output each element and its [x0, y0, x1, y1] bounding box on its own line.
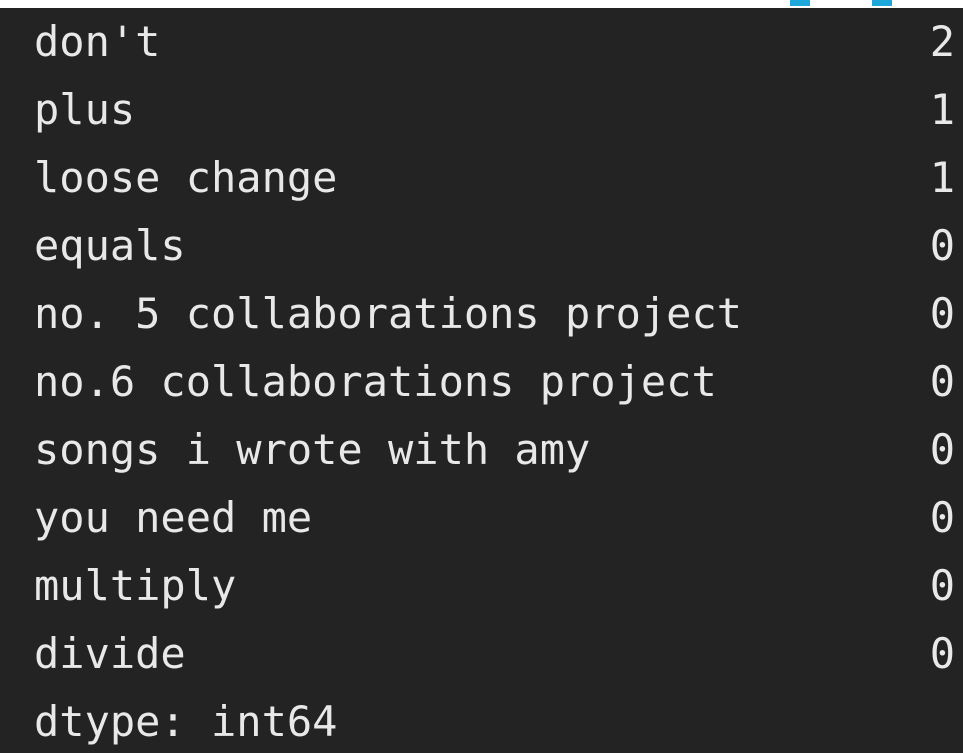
series-index-label: you need me — [34, 493, 313, 542]
series-value: 0 — [929, 629, 955, 678]
series-row: multiply 0 — [0, 552, 963, 620]
series-row: equals 0 — [0, 212, 963, 280]
series-value: 0 — [929, 561, 955, 610]
series-value: 0 — [929, 493, 955, 542]
series-index-label: multiply — [34, 561, 237, 610]
series-index-label: equals — [34, 221, 186, 270]
series-value: 0 — [929, 289, 955, 338]
series-row: songs i wrote with amy 0 — [0, 416, 963, 484]
series-row: plus 1 — [0, 76, 963, 144]
series-row: you need me 0 — [0, 484, 963, 552]
output-panel: don't 2 plus 1 loose change 1 equals 0 n… — [0, 8, 963, 753]
series-index-label: don't — [34, 17, 161, 66]
series-value: 0 — [929, 221, 955, 270]
series-row: don't 2 — [0, 8, 963, 76]
series-index-label: no. 5 collaborations project — [34, 289, 743, 338]
series-value: 1 — [929, 85, 955, 134]
series-value: 0 — [929, 357, 955, 406]
series-value: 2 — [929, 17, 955, 66]
series-row: no. 5 collaborations project 0 — [0, 280, 963, 348]
series-row: no.6 collaborations project 0 — [0, 348, 963, 416]
series-index-label: songs i wrote with amy — [34, 425, 591, 474]
series-index-label: divide — [34, 629, 186, 678]
series-index-label: no.6 collaborations project — [34, 357, 717, 406]
series-index-label: plus — [34, 85, 136, 134]
accent-mark — [790, 0, 810, 6]
top-accent-marks — [0, 0, 963, 8]
accent-mark — [872, 0, 892, 6]
series-index-label: loose change — [34, 153, 338, 202]
series-value: 0 — [929, 425, 955, 474]
series-row: divide 0 — [0, 620, 963, 688]
series-output: don't 2 plus 1 loose change 1 equals 0 n… — [0, 8, 963, 688]
series-row: loose change 1 — [0, 144, 963, 212]
series-value: 1 — [929, 153, 955, 202]
dtype-label: dtype: int64 — [34, 697, 338, 746]
